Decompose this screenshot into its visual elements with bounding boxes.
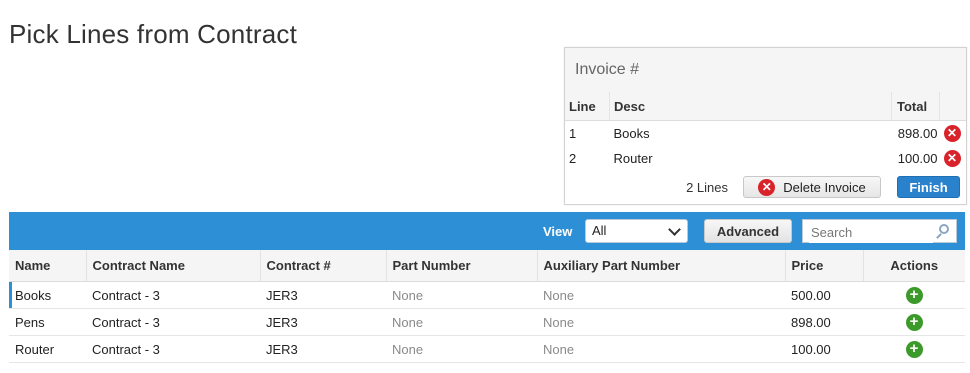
advanced-button[interactable]: Advanced [704, 219, 792, 243]
cell-contract-number: JER3 [260, 335, 386, 363]
invoice-line-actions: ✕ [940, 146, 967, 171]
cell-contract-name: Contract - 3 [86, 335, 260, 363]
invoice-line-total: 898.00 [897, 126, 938, 141]
page-title: Pick Lines from Contract [9, 19, 298, 50]
remove-circle-icon: ✕ [758, 178, 776, 196]
col-aux-part-number[interactable]: Auxiliary Part Number [537, 250, 786, 282]
invoice-line-number: 2 [569, 151, 577, 166]
cell-contract-number: JER3 [260, 308, 386, 336]
col-price[interactable]: Price [785, 250, 864, 282]
view-select[interactable]: All [585, 219, 688, 243]
line-count: 2 Lines [686, 180, 728, 195]
invoice-line-row: 1 Books 898.00 ✕ [565, 121, 966, 147]
cell-part-number: None [386, 308, 537, 336]
cell-aux-part-number: None [537, 335, 785, 363]
finish-button[interactable]: Finish [897, 176, 960, 198]
col-name[interactable]: Name [9, 250, 87, 282]
cell-part-number: None [386, 335, 537, 363]
cell-contract-number: JER3 [260, 281, 386, 309]
cell-name: Router [9, 335, 86, 363]
col-contract-name[interactable]: Contract Name [86, 250, 261, 282]
invoice-line-actions: ✕ [940, 121, 967, 147]
cell-name: Books [9, 281, 86, 309]
cell-aux-part-number: None [537, 308, 785, 336]
cell-contract-name: Contract - 3 [86, 308, 260, 336]
search-box [802, 219, 957, 243]
delete-invoice-button[interactable]: ✕ Delete Invoice [743, 176, 881, 198]
grid-toolbar: View All Advanced [9, 212, 965, 250]
invoice-col-total: Total [891, 92, 940, 121]
cell-price: 898.00 [785, 308, 863, 336]
table-row[interactable]: Pens Contract - 3 JER3 None None 898.00 … [9, 308, 965, 336]
table-row[interactable]: Books Contract - 3 JER3 None None 500.00… [9, 281, 965, 309]
cell-actions: + [863, 335, 965, 363]
cell-aux-part-number: None [537, 281, 785, 309]
view-select-value: All [592, 223, 607, 238]
col-actions: Actions [863, 250, 965, 282]
cell-actions: + [863, 281, 965, 309]
col-contract-number[interactable]: Contract # [260, 250, 387, 282]
cell-price: 100.00 [785, 335, 863, 363]
cell-actions: + [863, 308, 965, 336]
cell-part-number: None [386, 281, 537, 309]
chevron-down-icon [668, 223, 681, 236]
invoice-col-actions [939, 92, 966, 121]
grid-header-row: Name Contract Name Contract # Part Numbe… [9, 250, 965, 282]
cell-price: 500.00 [785, 281, 863, 309]
invoice-line-desc: Router [613, 151, 653, 166]
invoice-col-line: Line [565, 92, 610, 121]
contract-lines-table: Name Contract Name Contract # Part Numbe… [9, 250, 965, 363]
remove-line-icon[interactable]: ✕ [943, 125, 961, 143]
invoice-footer: 2 Lines ✕ Delete Invoice Finish [565, 176, 966, 200]
invoice-line-row: 2 Router 100.00 ✕ [565, 146, 966, 171]
invoice-line-desc: Books [613, 126, 650, 141]
search-input[interactable] [809, 221, 933, 243]
col-part-number[interactable]: Part Number [386, 250, 538, 282]
invoice-line-total: 100.00 [897, 151, 938, 166]
invoice-title: Invoice # [565, 48, 966, 93]
invoice-lines-table: Line Desc Total 1 Books 898.00 ✕ 2 Route… [565, 92, 966, 171]
view-label: View [543, 224, 573, 239]
invoice-panel: Invoice # Line Desc Total 1 Books 898.00… [564, 47, 967, 205]
invoice-col-desc: Desc [609, 92, 892, 121]
cell-name: Pens [9, 308, 86, 336]
search-icon[interactable] [939, 224, 949, 234]
delete-invoice-label: Delete Invoice [783, 179, 866, 195]
table-row[interactable]: Router Contract - 3 JER3 None None 100.0… [9, 335, 965, 363]
invoice-header-row: Line Desc Total [565, 92, 966, 121]
remove-line-icon[interactable]: ✕ [943, 150, 961, 168]
add-circle-icon[interactable]: + [905, 313, 923, 331]
add-circle-icon[interactable]: + [905, 286, 923, 304]
add-circle-icon[interactable]: + [905, 340, 923, 358]
invoice-line-number: 1 [569, 126, 577, 141]
cell-contract-name: Contract - 3 [86, 281, 260, 309]
